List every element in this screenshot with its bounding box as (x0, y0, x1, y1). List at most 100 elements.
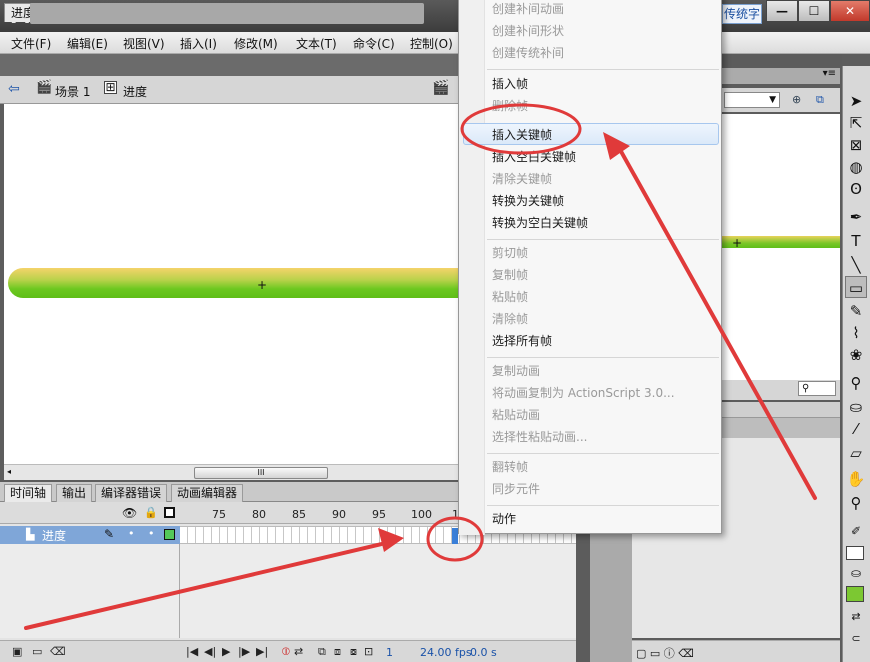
menu-view[interactable]: 视图(V) (123, 35, 165, 52)
play-icon[interactable]: ▶ (222, 645, 230, 658)
menu-item-create-shape-tween[interactable]: 创建补间形状 (492, 23, 564, 39)
lock-dot[interactable]: • (148, 527, 155, 540)
tab-timeline[interactable]: 时间轴 (4, 484, 53, 502)
menu-item-copy-motion[interactable]: 复制动画 (492, 363, 540, 379)
subselection-tool-icon[interactable]: ⇱ (845, 112, 867, 134)
rectangle-tool-icon[interactable]: ▭ (845, 276, 867, 298)
menu-item-copy-motion-as-as3[interactable]: 将动画复制为 ActionScript 3.0... (492, 385, 675, 401)
menu-item-paste-motion-special[interactable]: 选择性粘贴动画... (492, 429, 587, 445)
menu-edit[interactable]: 编辑(E) (67, 35, 108, 52)
onion-skin-icon[interactable]: ⧉ (318, 645, 326, 659)
last-frame-icon[interactable]: ▶| (256, 645, 268, 658)
visibility-dot[interactable]: • (128, 527, 135, 540)
lasso-icon[interactable]: ʘ (845, 178, 867, 200)
breadcrumb-scene[interactable]: 场景 1 (55, 83, 90, 100)
menu-item-paste-frames[interactable]: 粘贴帧 (492, 289, 528, 305)
tab-compiler-errors[interactable]: 编译器错误 (95, 484, 168, 502)
hand-tool-icon[interactable]: ✋ (845, 468, 867, 490)
delete-layer-icon[interactable]: ⌫ (50, 645, 66, 658)
workspace-switcher[interactable]: 传统字型 (722, 4, 762, 24)
progress-bar-shape[interactable] (8, 268, 460, 298)
brush-tool-icon[interactable]: ⌇ (845, 322, 867, 344)
menu-item-insert-keyframe[interactable]: 插入关键帧 (492, 127, 552, 143)
fill-color-swatch[interactable] (846, 586, 864, 602)
menu-insert[interactable]: 插入(I) (180, 35, 217, 52)
menu-file[interactable]: 文件(F) (11, 35, 51, 52)
lock-icon[interactable]: 🔒 (144, 506, 158, 519)
menu-control[interactable]: 控制(O) (410, 35, 453, 52)
menu-item-select-all-frames[interactable]: 选择所有帧 (492, 333, 552, 349)
onion-outline-icon[interactable]: ⧈ (334, 645, 341, 659)
new-symbol-icon[interactable]: ⊕ (792, 93, 801, 106)
menu-item-copy-frames[interactable]: 复制帧 (492, 267, 528, 283)
pencil-tool-icon[interactable]: ✎ (845, 300, 867, 322)
minimize-button[interactable]: — (766, 0, 798, 22)
scrollbar-thumb[interactable]: III (194, 467, 328, 479)
menu-item-paste-motion[interactable]: 粘贴动画 (492, 407, 540, 423)
stage-horizontal-scrollbar[interactable]: ◂ III (4, 464, 460, 480)
layer-row[interactable]: ▙ 进度 ✎ • • (0, 526, 180, 544)
paint-bucket-icon[interactable]: ⛀ (845, 396, 867, 418)
pen-icon[interactable]: ✒ (845, 206, 867, 228)
menu-text[interactable]: 文本(T) (296, 35, 337, 52)
library-link-icon[interactable]: ⧉ (816, 93, 824, 107)
stroke-color-swatch[interactable] (846, 546, 864, 560)
next-frame-icon[interactable]: |▶ (238, 645, 250, 658)
menu-item-synchronize-symbols[interactable]: 同步元件 (492, 481, 540, 497)
new-layer-icon[interactable]: ▣ (12, 645, 22, 658)
menu-modify[interactable]: 修改(M) (234, 35, 278, 52)
instance-select[interactable]: ▼ (724, 92, 780, 108)
edit-multiple-icon[interactable]: ⧇ (350, 645, 357, 659)
menu-item-clear-keyframe[interactable]: 清除关键帧 (492, 171, 552, 187)
outline-icon[interactable] (164, 507, 175, 518)
menu-item-remove-frames[interactable]: 删除帧 (492, 98, 528, 114)
layer-outline-color[interactable] (164, 529, 175, 540)
text-tool-icon[interactable]: T (845, 230, 867, 252)
tab-output[interactable]: 输出 (56, 484, 93, 502)
stroke-color-icon[interactable]: ✐ (845, 520, 867, 542)
menu-item-actions[interactable]: 动作 (492, 511, 516, 527)
eye-icon[interactable]: 👁 (122, 506, 137, 520)
layer-name[interactable]: 进度 (42, 527, 66, 544)
new-folder-icon[interactable]: ▢ ▭ ⓘ ⌫ (636, 645, 694, 661)
deco-tool-icon[interactable]: ❀ (845, 344, 867, 366)
pencil-icon: ✎ (104, 527, 115, 541)
3d-rotation-icon[interactable]: ◍ (845, 156, 867, 178)
panel-menu-icon[interactable]: ▾≡ (823, 68, 836, 79)
menu-item-cut-frames[interactable]: 剪切帧 (492, 245, 528, 261)
menu-commands[interactable]: 命令(C) (353, 35, 395, 52)
free-transform-icon[interactable]: ⊠ (845, 134, 867, 156)
breadcrumb-symbol[interactable]: 进度 (123, 83, 147, 100)
menu-item-clear-frames[interactable]: 清除帧 (492, 311, 528, 327)
prev-frame-icon[interactable]: ◀| (204, 645, 216, 658)
eraser-icon[interactable]: ▱ (845, 442, 867, 464)
back-arrow-icon[interactable]: ⇦ (8, 81, 20, 97)
bone-tool-icon[interactable]: ⚲ (845, 372, 867, 394)
menu-item-convert-to-blank-keyframes[interactable]: 转换为空白关键帧 (492, 215, 588, 231)
fill-color-icon[interactable]: ⛀ (845, 562, 867, 584)
snap-icon[interactable]: ⊂ (845, 628, 867, 650)
center-frame-icon[interactable]: ⦶ (282, 645, 290, 659)
frame-rate[interactable]: 24.00 fps (420, 646, 472, 659)
swap-colors-icon[interactable]: ⇄ (845, 606, 867, 628)
eyedropper-icon[interactable]: ⁄ (845, 418, 867, 440)
close-button[interactable]: ✕ (830, 0, 870, 22)
scroll-left-icon[interactable]: ◂ (7, 467, 11, 476)
selection-tool-icon[interactable]: ➤ (845, 90, 867, 112)
menu-item-create-motion-tween[interactable]: 创建补间动画 (492, 1, 564, 17)
menu-item-insert-frame[interactable]: 插入帧 (492, 76, 528, 92)
maximize-button[interactable]: ☐ (798, 0, 830, 22)
library-search-input[interactable]: ⚲ (798, 381, 836, 396)
menu-item-insert-blank-keyframe[interactable]: 插入空白关键帧 (492, 149, 576, 165)
loop-icon[interactable]: ⇄ (294, 645, 303, 658)
first-frame-icon[interactable]: |◀ (186, 645, 198, 658)
menu-item-create-classic-tween[interactable]: 创建传统补间 (492, 45, 564, 61)
tab-motion-editor[interactable]: 动画编辑器 (171, 484, 244, 502)
zoom-tool-icon[interactable]: ⚲ (845, 492, 867, 514)
menu-item-convert-to-keyframes[interactable]: 转换为关键帧 (492, 193, 564, 209)
modify-markers-icon[interactable]: ⊡ (364, 645, 373, 658)
menu-item-reverse-frames[interactable]: 翻转帧 (492, 459, 528, 475)
edit-scene-icon[interactable]: 🎬 (432, 80, 449, 96)
new-folder-icon[interactable]: ▭ (32, 645, 42, 658)
line-tool-icon[interactable]: ╲ (845, 254, 867, 276)
